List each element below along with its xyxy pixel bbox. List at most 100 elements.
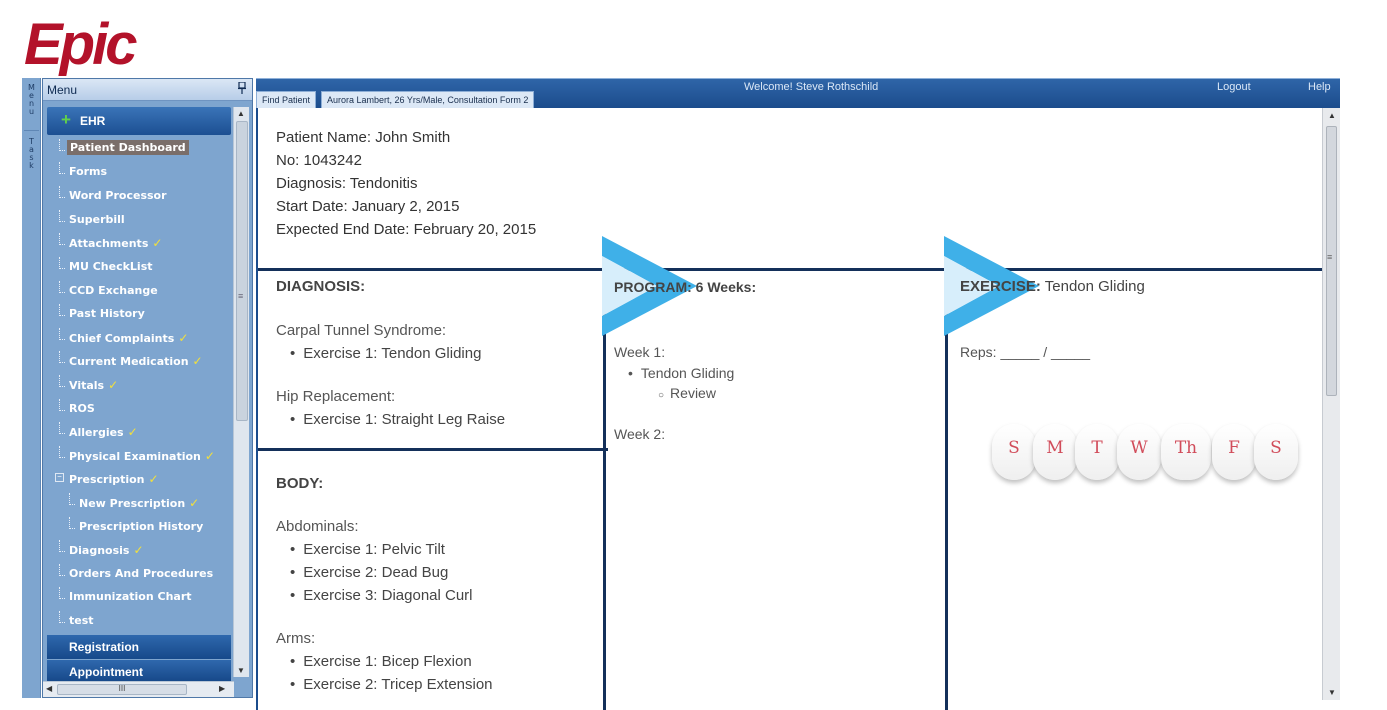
plus-icon: +	[61, 110, 71, 129]
menu-item-orders-and-procedures[interactable]: Orders And Procedures	[47, 564, 231, 584]
menu-item-vitals[interactable]: Vitals ✓	[47, 375, 231, 395]
scroll-left-icon[interactable]: ◀	[46, 684, 52, 693]
menu-panel: Menu + EHR Patient Dashboard Forms Word …	[42, 78, 253, 698]
check-icon: ✓	[178, 331, 189, 345]
expected-end-date: Expected End Date: February 20, 2015	[276, 221, 537, 238]
scroll-up-icon[interactable]: ▲	[1328, 111, 1336, 120]
patient-number: No: 1043242	[276, 152, 362, 169]
top-bar: Find Patient Aurora Lambert, 26 Yrs/Male…	[256, 78, 1340, 109]
menu-item-immunization-chart[interactable]: Immunization Chart	[47, 587, 231, 607]
week-1-label: Week 1:	[614, 344, 666, 360]
check-icon: ✓	[108, 378, 119, 392]
menu-item-attachments[interactable]: Attachments ✓	[47, 233, 231, 253]
scroll-thumb[interactable]	[236, 121, 248, 421]
menu-item-diagnosis[interactable]: Diagnosis ✓	[47, 540, 231, 560]
task-side-tab[interactable]: Task	[22, 138, 41, 170]
diagnosis-group-name: Hip Replacement:	[276, 388, 396, 405]
patient-diagnosis: Diagnosis: Tendonitis	[276, 175, 418, 192]
program-title: PROGRAM: 6 Weeks:	[614, 279, 757, 295]
menu-item-chief-complaints[interactable]: Chief Complaints ✓	[47, 328, 231, 348]
diagnosis-exercise-item[interactable]: Exercise 1: Straight Leg Raise	[290, 409, 505, 431]
pin-icon[interactable]	[238, 81, 246, 97]
body-exercise-item[interactable]: Exercise 1: Bicep Flexion	[290, 651, 471, 673]
hscroll-thumb[interactable]: III	[57, 684, 187, 695]
registration-button[interactable]: Registration	[47, 635, 231, 659]
ehr-label: EHR	[80, 114, 106, 128]
divider-body-top	[258, 448, 608, 451]
welcome-text: Welcome! Steve Rothschild	[744, 81, 879, 93]
ehr-menu-header[interactable]: + EHR	[47, 107, 231, 135]
day-button-thursday[interactable]: Th	[1161, 424, 1211, 480]
day-button-monday[interactable]: M	[1033, 424, 1077, 480]
content-vertical-scrollbar[interactable]: ▲ ≡ ▼	[1322, 108, 1340, 700]
menu-side-tab[interactable]: Menu	[22, 84, 41, 116]
check-icon: ✓	[127, 425, 138, 439]
grip-icon: ≡	[1327, 252, 1333, 262]
main-content: Patient Name: John Smith No: 1043242 Dia…	[256, 108, 1322, 710]
scroll-down-icon[interactable]: ▼	[1328, 688, 1336, 697]
check-icon: ✓	[189, 496, 200, 510]
menu-item-past-history[interactable]: Past History	[47, 304, 231, 324]
diagnosis-group-name: Carpal Tunnel Syndrome:	[276, 322, 447, 339]
day-button-tuesday[interactable]: T	[1075, 424, 1119, 480]
menu-item-test[interactable]: test	[47, 611, 231, 631]
scroll-down-icon[interactable]: ▼	[237, 666, 245, 675]
menu-item-ccd-exchange[interactable]: CCD Exchange	[47, 281, 231, 301]
check-icon: ✓	[204, 449, 215, 463]
exercise-title-value: Tendon Gliding	[1040, 278, 1145, 295]
patient-info: Patient Name: John Smith No: 1043242 Dia…	[276, 126, 536, 241]
exercise-title-label: EXERCISE:	[960, 278, 1041, 295]
help-link[interactable]: Help	[1308, 81, 1331, 93]
menu-item-current-medication[interactable]: Current Medication ✓	[47, 351, 231, 371]
day-button-wednesday[interactable]: W	[1117, 424, 1161, 480]
side-tab-divider	[24, 130, 39, 131]
menu-item-prescription-history[interactable]: Prescription History	[47, 517, 231, 537]
body-exercise-item[interactable]: Exercise 2: Tricep Extension	[290, 674, 492, 696]
menu-item-mu-checklist[interactable]: MU CheckList	[47, 257, 231, 277]
logout-link[interactable]: Logout	[1217, 81, 1251, 93]
divider-diagnosis-top	[258, 268, 608, 271]
scroll-up-icon[interactable]: ▲	[237, 109, 245, 118]
day-button-saturday[interactable]: S	[1254, 424, 1298, 480]
check-icon: ✓	[148, 472, 159, 486]
menu-item-word-processor[interactable]: Word Processor	[47, 186, 231, 206]
collapse-icon[interactable]: −	[55, 473, 64, 482]
menu-item-new-prescription[interactable]: New Prescription ✓	[47, 493, 231, 513]
body-exercise-item[interactable]: Exercise 1: Pelvic Tilt	[290, 539, 445, 561]
start-date: Start Date: January 2, 2015	[276, 198, 460, 215]
body-group-name: Arms:	[276, 630, 316, 647]
epic-logo: Epic	[22, 14, 182, 76]
logo-text: Epic	[24, 14, 137, 76]
menu-item-allergies[interactable]: Allergies ✓	[47, 422, 231, 442]
diagnosis-exercise-item[interactable]: Exercise 1: Tendon Gliding	[290, 343, 481, 365]
day-button-sunday[interactable]: S	[992, 424, 1036, 480]
menu-item-physical-examination[interactable]: Physical Examination ✓	[47, 446, 231, 466]
week-1-sub-item[interactable]: Review	[658, 385, 716, 401]
check-icon: ✓	[133, 543, 144, 557]
menu-item-patient-dashboard[interactable]: Patient Dashboard	[47, 139, 231, 159]
patient-name: Patient Name: John Smith	[276, 129, 451, 146]
menu-item-prescription[interactable]: − Prescription ✓	[47, 469, 231, 489]
day-selector: S M T W Th F S	[992, 424, 1312, 484]
menu-vertical-scrollbar[interactable]: ▲ ≡ ▼	[233, 107, 249, 677]
menu-header: Menu	[43, 79, 252, 101]
menu-horizontal-scrollbar[interactable]: ◀ III ▶	[43, 681, 234, 697]
tab-patient-consultation[interactable]: Aurora Lambert, 26 Yrs/Male, Consultatio…	[321, 91, 535, 109]
day-button-friday[interactable]: F	[1212, 424, 1256, 480]
tab-find-patient[interactable]: Find Patient	[256, 91, 317, 109]
grip-icon: ≡	[238, 291, 244, 301]
exercise-title: EXERCISE: Tendon Gliding	[960, 278, 1145, 295]
menu-item-forms[interactable]: Forms	[47, 162, 231, 182]
menu-title: Menu	[47, 83, 78, 97]
menu-item-superbill[interactable]: Superbill	[47, 210, 231, 230]
week-1-item[interactable]: Tendon Gliding	[628, 362, 734, 384]
reps-field[interactable]: Reps: _____ / _____	[960, 341, 1090, 363]
menu-item-ros[interactable]: ROS	[47, 399, 231, 419]
appointment-button[interactable]: Appointment	[47, 660, 231, 681]
body-exercise-item[interactable]: Exercise 2: Dead Bug	[290, 562, 448, 584]
check-icon: ✓	[152, 236, 163, 250]
scroll-right-icon[interactable]: ▶	[219, 684, 225, 693]
ehr-tree: Patient Dashboard Forms Word Processor S…	[47, 139, 231, 635]
diagnosis-title: DIAGNOSIS:	[276, 278, 366, 295]
body-exercise-item[interactable]: Exercise 3: Diagonal Curl	[290, 585, 472, 607]
